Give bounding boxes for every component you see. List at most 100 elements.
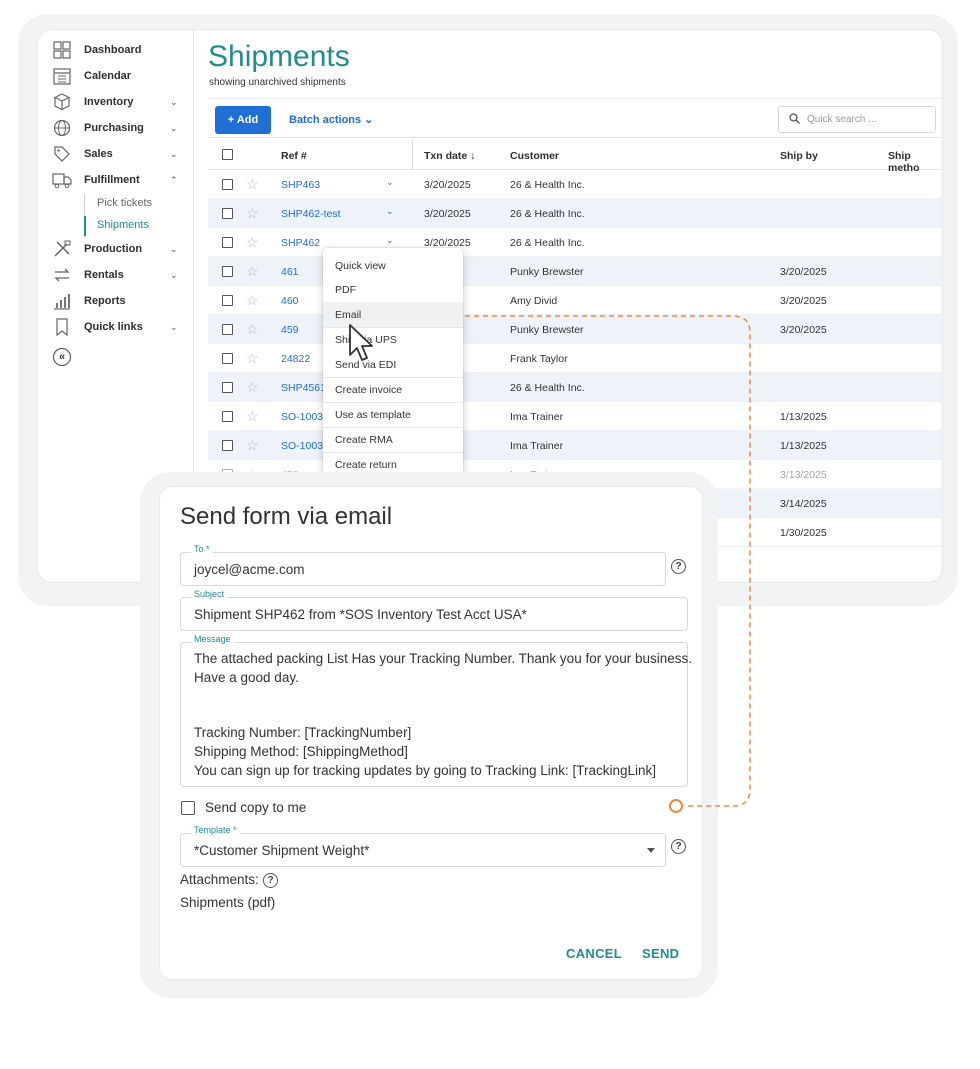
table-row[interactable]: ☆ SHP462-test 3/20/2025 26 & Health Inc. ⌄ — [208, 199, 942, 228]
subject-field[interactable]: Subject Shipment SHP462 from *SOS Invent… — [180, 589, 688, 631]
star-icon[interactable]: ☆ — [246, 176, 259, 193]
chevron-down-icon[interactable]: ⌄ — [170, 123, 178, 134]
reports-icon — [52, 291, 72, 311]
sidebar-item-purchasing[interactable]: Purchasing ⌄ — [38, 116, 194, 140]
star-icon[interactable]: ☆ — [246, 321, 259, 338]
subject-label: Subject — [191, 589, 228, 599]
star-icon[interactable]: ☆ — [246, 379, 259, 396]
message-field[interactable]: Message The attached packing List Has yo… — [180, 634, 692, 787]
row-actions-chevron-icon[interactable]: ⌄ — [386, 235, 394, 246]
ship-by-cell: 1/13/2025 — [780, 440, 827, 452]
template-select[interactable]: Template * *Customer Shipment Weight* — [180, 825, 666, 867]
ref-link[interactable]: 459 — [281, 324, 299, 336]
row-checkbox[interactable] — [222, 179, 233, 190]
sidebar-item-sales[interactable]: Sales ⌄ — [38, 142, 194, 166]
menu-item-use-as-template[interactable]: Use as template — [323, 402, 463, 427]
row-checkbox[interactable] — [222, 237, 233, 248]
help-icon[interactable]: ? — [671, 559, 686, 574]
ref-link[interactable]: SHP462 — [281, 237, 320, 249]
collapse-sidebar-icon[interactable]: « — [53, 348, 71, 366]
menu-item-ship-via-ups[interactable]: Ship via UPS — [323, 327, 463, 352]
table-row[interactable]: ☆ SHP463 3/20/2025 26 & Health Inc. ⌄ — [208, 170, 942, 199]
column-divider[interactable] — [412, 140, 413, 170]
row-actions-chevron-icon[interactable]: ⌄ — [386, 177, 394, 188]
row-checkbox[interactable] — [222, 440, 233, 451]
send-copy-checkbox[interactable] — [181, 801, 195, 815]
customer-cell: Ima Trainer — [510, 440, 564, 452]
sidebar-item-pick-tickets[interactable]: Pick tickets — [97, 197, 152, 209]
sidebar-item-fulfillment[interactable]: Fulfillment ⌃ — [38, 168, 194, 192]
send-button[interactable]: SEND — [642, 946, 679, 961]
chevron-down-icon[interactable]: ⌄ — [170, 149, 178, 160]
row-actions-chevron-icon[interactable]: ⌄ — [386, 206, 394, 217]
table-row[interactable]: ☆46025Amy Divid3/20/2025 — [208, 286, 942, 315]
sidebar-item-reports[interactable]: Reports — [38, 289, 194, 313]
row-checkbox[interactable] — [222, 411, 233, 422]
sidebar-item-inventory[interactable]: Inventory ⌄ — [38, 90, 194, 114]
star-icon[interactable]: ☆ — [246, 292, 259, 309]
cancel-button[interactable]: CANCEL — [566, 946, 622, 961]
ref-link[interactable]: SO-1003 — [281, 440, 323, 452]
star-icon[interactable]: ☆ — [246, 234, 259, 251]
column-header-ref[interactable]: Ref # — [281, 150, 307, 162]
menu-item-quick-view[interactable]: Quick view — [323, 253, 463, 278]
chevron-down-icon[interactable]: ⌄ — [170, 322, 178, 333]
chevron-down-icon[interactable]: ⌄ — [170, 244, 178, 255]
chevron-down-icon[interactable]: ⌄ — [170, 97, 178, 108]
menu-item-pdf[interactable]: PDF — [323, 277, 463, 302]
dropdown-arrow-icon[interactable] — [647, 848, 655, 853]
sidebar-item-rentals[interactable]: Rentals ⌄ — [38, 263, 194, 287]
table-row[interactable]: ☆45925Punky Brewster3/20/2025 — [208, 315, 942, 344]
ship-by-cell: 1/30/2025 — [780, 527, 827, 539]
add-button[interactable]: + Add — [215, 106, 271, 134]
row-checkbox[interactable] — [222, 266, 233, 277]
menu-item-create-rma[interactable]: Create RMA — [323, 427, 463, 452]
star-icon[interactable]: ☆ — [246, 205, 259, 222]
page-title: Shipments — [208, 40, 350, 73]
ref-link[interactable]: 460 — [281, 295, 299, 307]
column-header-txn-date[interactable]: Txn date ↓ — [424, 150, 475, 162]
table-row[interactable]: ☆SO-100325Ima Trainer1/13/2025 — [208, 402, 942, 431]
ref-link[interactable]: 24822 — [281, 353, 310, 365]
sidebar-item-dashboard[interactable]: Dashboard — [38, 38, 194, 62]
sidebar-item-calendar[interactable]: Calendar — [38, 64, 194, 88]
ref-link[interactable]: 461 — [281, 266, 299, 278]
menu-item-create-invoice[interactable]: Create invoice — [323, 377, 463, 402]
star-icon[interactable]: ☆ — [246, 263, 259, 280]
table-row[interactable]: ☆2482225Frank Taylor — [208, 344, 942, 373]
table-row[interactable]: ☆SO-100325Ima Trainer1/13/2025 — [208, 431, 942, 460]
table-row[interactable]: ☆ SHP462 3/20/2025 26 & Health Inc. ⌄ — [208, 228, 942, 257]
quick-search-input[interactable]: Quick search ... — [778, 106, 936, 133]
help-icon[interactable]: ? — [671, 839, 686, 854]
ref-link[interactable]: SHP4561 — [281, 382, 326, 394]
row-checkbox[interactable] — [222, 295, 233, 306]
chevron-up-icon[interactable]: ⌃ — [170, 175, 178, 186]
ref-link[interactable]: SO-1003 — [281, 411, 323, 423]
sidebar-item-quick-links[interactable]: Quick links ⌄ — [38, 315, 194, 339]
star-icon[interactable]: ☆ — [246, 350, 259, 367]
menu-item-email[interactable]: Email — [323, 302, 463, 327]
table-row[interactable]: ☆46125Punky Brewster3/20/2025 — [208, 257, 942, 286]
row-checkbox[interactable] — [222, 208, 233, 219]
star-icon[interactable]: ☆ — [246, 408, 259, 425]
batch-actions-button[interactable]: Batch actions ⌄ — [289, 113, 373, 126]
ref-link[interactable]: SHP462-test — [281, 208, 341, 220]
to-field[interactable]: To * joycel@acme.com — [180, 544, 666, 586]
chevron-down-icon[interactable]: ⌄ — [170, 270, 178, 281]
attachment-item[interactable]: Shipments (pdf) — [180, 895, 275, 910]
column-header-customer[interactable]: Customer — [510, 150, 559, 162]
select-all-checkbox[interactable] — [222, 149, 233, 160]
row-checkbox[interactable] — [222, 382, 233, 393]
table-row[interactable]: ☆SHP45612526 & Health Inc. — [208, 373, 942, 402]
help-icon[interactable]: ? — [263, 873, 278, 888]
row-checkbox[interactable] — [222, 324, 233, 335]
star-icon[interactable]: ☆ — [246, 437, 259, 454]
send-email-dialog: Send form via email To * joycel@acme.com… — [160, 487, 702, 979]
menu-item-send-via-edi[interactable]: Send via EDI — [323, 352, 463, 377]
row-checkbox[interactable] — [222, 353, 233, 364]
column-header-ship-by[interactable]: Ship by — [780, 150, 818, 162]
to-label: To * — [191, 544, 213, 554]
sidebar-item-production[interactable]: Production ⌄ — [38, 237, 194, 261]
sidebar-item-shipments[interactable]: Shipments — [97, 219, 149, 231]
ref-link[interactable]: SHP463 — [281, 179, 320, 191]
